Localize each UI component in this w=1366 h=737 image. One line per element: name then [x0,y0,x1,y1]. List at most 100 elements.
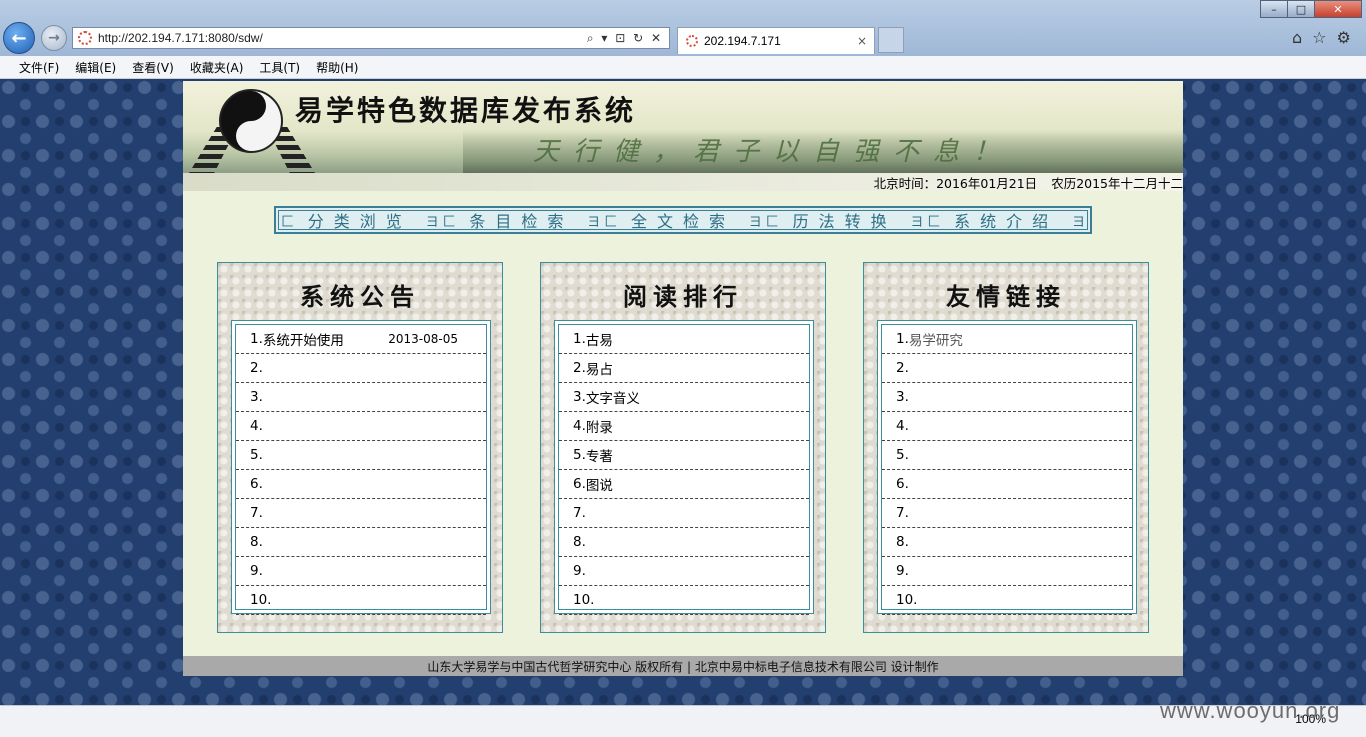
menu-help[interactable]: 帮助(H) [316,59,358,76]
ranking-panel: 阅读排行 1. 古易 2. 易占 3. 文字音义 4. 附录 5. 专著 6. 图说 7. 8. 9. 10. [540,262,826,633]
maximize-button[interactable]: □ [1287,0,1315,18]
nav-category-browse[interactable]: 分类浏览 [279,211,441,232]
list-item[interactable]: 1. 系统开始使用 2013-08-05 [236,325,486,354]
list-item: 7. [559,499,809,528]
forward-button[interactable]: → [41,25,67,51]
links-list: 1. 易学研究 2. 3. 4. 5. 6. 7. 8. 9. 10. [881,324,1133,615]
taiji-icon [219,89,283,153]
nav-calendar-convert[interactable]: 历法转换 [764,211,926,232]
list-item-number: 1. [250,331,263,347]
list-item[interactable]: 6. 图说 [559,470,809,499]
list-item-number: 8. [573,534,586,550]
menu-edit[interactable]: 编辑(E) [75,59,116,76]
list-item-number: 3. [573,389,586,405]
main-nav: 分类浏览 条目检索 全文检索 历法转换 系统介绍 [274,206,1092,234]
close-window-button[interactable]: ✕ [1314,0,1362,18]
back-button[interactable]: ← [3,22,35,54]
nav-entry-search[interactable]: 条目检索 [441,211,603,232]
menu-file[interactable]: 文件(F) [19,59,59,76]
list-item: 8. [882,528,1132,557]
list-item[interactable]: 2. 易占 [559,354,809,383]
gear-icon[interactable]: ⚙ [1337,28,1351,47]
list-item-number: 3. [896,389,909,405]
list-item: 10. [559,586,809,615]
list-item-link[interactable]: 古易 [586,329,613,349]
site-banner: 易学特色数据库发布系统 天行健，君子以自强不息！ [183,81,1183,173]
menu-tools[interactable]: 工具(T) [259,59,300,76]
browser-titlebar: ← → http://202.194.7.171:8080/sdw/ ⌕ ▾ ⊡… [0,0,1366,56]
list-item: 9. [236,557,486,586]
list-item-number: 2. [896,360,909,376]
list-item: 9. [559,557,809,586]
list-item-number: 9. [250,563,263,579]
list-item[interactable]: 5. 专著 [559,441,809,470]
list-item: 10. [236,586,486,615]
menu-favorites[interactable]: 收藏夹(A) [190,59,244,76]
address-tools-icon[interactable]: ⌕ ▾ ⊡ ↻ ✕ [587,31,669,46]
list-item-number: 10. [250,592,272,608]
list-item-number: 5. [896,447,909,463]
home-icon[interactable]: ⌂ [1292,28,1302,47]
list-item[interactable]: 3. 文字音义 [559,383,809,412]
list-item-number: 1. [573,331,586,347]
list-item-number: 3. [250,389,263,405]
list-item-number: 10. [573,592,595,608]
nav-fulltext-search[interactable]: 全文检索 [602,211,764,232]
list-item: 2. [882,354,1132,383]
list-item-number: 8. [896,534,909,550]
list-item-link[interactable]: 易学研究 [909,329,963,349]
list-item-link[interactable]: 附录 [586,416,613,436]
announcements-list: 1. 系统开始使用 2013-08-05 2. 3. 4. 5. 6. 7. 8. 9. 10. [235,324,487,615]
list-item: 3. [882,383,1132,412]
new-tab-button[interactable] [878,27,904,53]
list-item-number: 6. [573,476,586,492]
list-item-number: 9. [896,563,909,579]
list-item-link[interactable]: 图说 [586,474,613,494]
nav-system-intro[interactable]: 系统介绍 [925,211,1087,232]
menu-bar: 文件(F) 编辑(E) 查看(V) 收藏夹(A) 工具(T) 帮助(H) [0,56,1366,79]
site-footer: 山东大学易学与中国古代哲学研究中心 版权所有 | 北京中易中标电子信息技术有限公… [183,656,1183,676]
tab-loading-icon [686,35,698,47]
back-arrow-icon: ← [11,27,27,49]
list-item: 3. [236,383,486,412]
beijing-time: 北京时间：2016年01月21日 [873,175,1038,191]
list-item-number: 7. [573,505,586,521]
list-item: 8. [236,528,486,557]
announcements-title: 系统公告 [300,282,420,311]
list-item-link[interactable]: 系统开始使用 [263,329,344,349]
list-item: 6. [882,470,1132,499]
favorites-star-icon[interactable]: ☆ [1312,28,1326,47]
list-item[interactable]: 1. 古易 [559,325,809,354]
tab-close-icon[interactable]: × [857,34,867,48]
list-item-number: 5. [573,447,586,463]
list-item[interactable]: 4. 附录 [559,412,809,441]
url-text[interactable]: http://202.194.7.171:8080/sdw/ [98,31,587,45]
list-item: 9. [882,557,1132,586]
list-item-number: 5. [250,447,263,463]
links-title: 友情链接 [946,282,1066,311]
browser-tab[interactable]: 202.194.7.171 × [677,27,875,54]
forward-arrow-icon: → [48,30,60,46]
list-item-number: 8. [250,534,263,550]
list-item[interactable]: 1. 易学研究 [882,325,1132,354]
list-item: 10. [882,586,1132,615]
list-item-link[interactable]: 易占 [586,358,613,378]
menu-view[interactable]: 查看(V) [132,59,174,76]
tab-title: 202.194.7.171 [704,34,781,48]
list-item-link[interactable]: 文字音义 [586,387,640,407]
ranking-list: 1. 古易 2. 易占 3. 文字音义 4. 附录 5. 专著 6. 图说 7. 8. 9. 10. [558,324,810,615]
lunar-date: 农历2015年十二月十二 [1051,175,1183,191]
list-item: 7. [236,499,486,528]
list-item-number: 7. [250,505,263,521]
address-bar[interactable]: http://202.194.7.171:8080/sdw/ ⌕ ▾ ⊡ ↻ ✕ [72,27,670,49]
list-item-number: 4. [573,418,586,434]
list-item-link[interactable]: 专著 [586,445,613,465]
site-page: 易学特色数据库发布系统 天行健，君子以自强不息！ 北京时间：2016年01月21… [183,81,1183,676]
list-item: 7. [882,499,1132,528]
list-item: 8. [559,528,809,557]
list-item-date: 2013-08-05 [388,332,458,346]
announcements-panel: 系统公告 1. 系统开始使用 2013-08-05 2. 3. 4. 5. 6. 7. 8. 9. 1… [217,262,503,633]
minimize-button[interactable]: – [1260,0,1288,18]
date-bar: 北京时间：2016年01月21日 农历2015年十二月十二 [183,173,1183,191]
list-item: 4. [236,412,486,441]
